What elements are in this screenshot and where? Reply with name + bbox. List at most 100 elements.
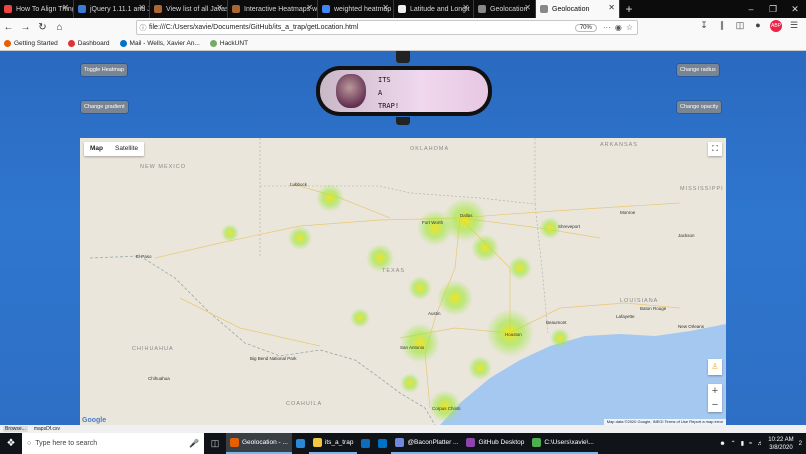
taskbar-app[interactable]: @BaconPlatter ... [391,433,463,454]
navigation-bar: ← → ↻ ⌂ ⓘ file:///C:/Users/xavie/Documen… [0,18,806,37]
restore-icon[interactable]: ❐ [762,0,784,18]
tab-close-icon[interactable]: ✕ [62,3,69,12]
clock[interactable]: 10:22 AM 3/8/2020 [768,436,793,452]
change-gradient-button[interactable]: Change gradient [81,101,128,113]
reload-icon[interactable]: ↻ [34,19,51,36]
taskbar-search[interactable]: ○ Type here to search 🎤 [22,433,204,454]
change-radius-button[interactable]: Change radius [677,64,719,76]
chevron-up-icon[interactable]: ⌃ [731,440,736,447]
tab-close-icon[interactable]: ✕ [524,3,531,12]
browser-tab[interactable]: weighted heatmap ✕ [318,0,394,18]
browser-tab[interactable]: Geolocation ✕ [536,0,620,18]
tab-close-icon[interactable]: ✕ [608,3,615,12]
downloads-icon[interactable]: ↧ [698,20,710,32]
taskbar-app[interactable]: C:\Users\xavie\... [528,433,598,454]
new-tab-button[interactable]: + [620,0,638,18]
browse-button[interactable]: Browse... [3,426,28,432]
zoom-control: + − [708,384,722,412]
pegman-icon[interactable]: ♙ [708,359,722,375]
task-view-icon[interactable]: ◫ [204,438,226,449]
map-type-satellite-button[interactable]: Satellite [109,142,144,156]
change-opacity-button[interactable]: Change opacity [677,101,722,113]
info-icon[interactable]: ⓘ [137,23,149,33]
status-bar: Browse... mapsDf.csv [0,425,806,433]
tab-close-icon[interactable]: ✕ [382,3,389,12]
toggle-heatmap-button[interactable]: Toggle Heatmap [81,64,128,76]
taskbar-app-icon [395,438,405,447]
page-content: Toggle Heatmap Change gradient Change ra… [0,51,806,425]
browser-tab[interactable]: Geolocation ✕ [474,0,536,18]
bookmark-item[interactable]: Mail - Wells, Xavier An... [119,40,200,47]
taskbar-app[interactable] [292,433,309,454]
browser-tab[interactable]: Interactive Heatmaps w ✕ [228,0,318,18]
bookmark-item[interactable]: Getting Started [4,40,58,47]
bookmark-label: Mail - Wells, Xavier An... [129,40,200,47]
address-bar[interactable]: ⓘ file:///C:/Users/xavie/Documents/GitHu… [136,20,638,35]
sidebar-icon[interactable]: ◫ [734,20,746,32]
label-new-orleans: New Orleans [678,324,705,329]
browser-tab[interactable]: View list of all Javas ✕ [150,0,228,18]
bookmark-label: HackUNT [219,40,249,47]
bookmark-star-icon[interactable]: ☆ [626,23,633,32]
close-window-icon[interactable]: ✕ [784,0,806,18]
browser-tab[interactable]: jQuery 1.11.1 and J ✕ [74,0,150,18]
menu-icon[interactable]: ☰ [788,20,800,32]
windows-start-icon[interactable]: ❖ [0,438,22,449]
label-shreveport: Shreveport [558,224,581,229]
taskbar-app-label: C:\Users\xavie\... [544,439,594,446]
taskbar-app-icon [378,439,388,448]
tab-close-icon[interactable]: ✕ [138,3,145,12]
taskbar-app-icon [295,439,305,448]
map-canvas[interactable] [80,138,726,425]
adblock-icon[interactable]: ABP [770,20,782,32]
url-text[interactable]: file:///C:/Users/xavie/Documents/GitHub/… [149,24,575,31]
tab-label: Geolocation [552,5,590,13]
label-big-bend: Big Bend National Park [250,356,297,361]
label-oklahoma: OKLAHOMA [410,146,450,152]
pocket-icon[interactable]: ◉ [615,23,622,32]
bookmarks-bar: Getting Started Dashboard Mail - Wells, Xa… [0,37,806,51]
heatmap-map[interactable]: NEW MEXICO TEXAS CHIHUAHUA COAHUILA LOUI… [80,138,726,425]
microphone-icon[interactable]: 🎤 [189,439,199,448]
zoom-in-button[interactable]: + [708,384,722,398]
extension-icon[interactable]: ● [752,20,764,32]
label-coahuila: COAHUILA [286,401,323,407]
taskbar-app[interactable]: GitHub Desktop [462,433,529,454]
battery-icon[interactable]: ▮ [741,440,744,447]
taskbar-app[interactable]: its_a_trap [308,433,358,454]
minimize-icon[interactable]: – [740,0,762,18]
page-actions-icon[interactable]: ··· [603,23,611,32]
zoom-level[interactable]: 70% [574,23,597,32]
fullscreen-icon[interactable]: ⛶ [708,142,722,156]
map-type-control: Map Satellite [84,142,145,156]
tab-close-icon[interactable]: ✕ [306,3,313,12]
label-mississippi: MISSISSIPPI [680,186,724,192]
taskbar-app[interactable]: Geolocation - ... [226,433,292,454]
bookmark-item[interactable]: Dashboard [67,40,110,47]
taskbar-app[interactable] [357,433,374,454]
home-icon[interactable]: ⌂ [51,19,68,36]
browser-tab[interactable]: How To Align Thing ✕ [0,0,74,18]
taskbar-app[interactable] [374,433,391,454]
map-type-map-button[interactable]: Map [84,142,109,156]
tab-favicon-icon [4,5,12,13]
notification-count[interactable]: 2 [799,441,802,447]
label-new-mexico: NEW MEXICO [140,164,187,170]
tab-label: Geolocation [490,5,528,13]
browser-tab[interactable]: Latitude and Longit ✕ [394,0,474,18]
back-icon[interactable]: ← [0,19,17,36]
zoom-out-button[interactable]: − [708,398,722,412]
volume-icon[interactable]: ♬ [757,441,763,447]
people-icon[interactable]: ☻ [719,441,725,447]
label-lafayette: Lafayette [616,314,635,319]
bookmark-item[interactable]: HackUNT [209,40,249,47]
taskbar-app-icon [312,438,322,447]
wifi-icon[interactable]: ≈ [749,441,752,447]
tab-close-icon[interactable]: ✕ [216,3,223,12]
forward-icon[interactable]: → [17,19,34,36]
search-icon: ○ [27,440,32,447]
library-icon[interactable]: ∥ [716,20,728,32]
tab-close-icon[interactable]: ✕ [462,3,469,12]
tab-favicon-icon [478,5,486,13]
mirror-base [396,117,410,125]
